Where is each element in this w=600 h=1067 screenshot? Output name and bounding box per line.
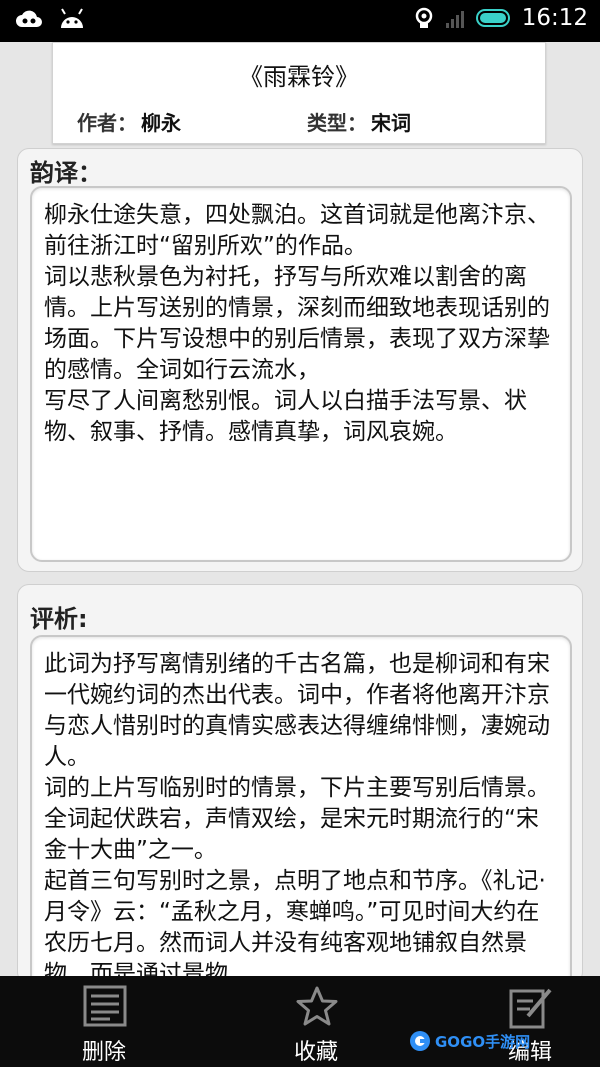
edit-button[interactable]: 编辑 xyxy=(460,976,600,1067)
status-time: 16:12 xyxy=(521,5,588,31)
type-label: 类型： xyxy=(307,111,367,135)
author-label: 作者： xyxy=(77,111,137,135)
delete-button[interactable]: 删除 xyxy=(34,976,174,1067)
analysis-heading: 评析: xyxy=(30,605,88,633)
analysis-text-box[interactable]: 此词为抒写离情别绪的千古名篇，也是柳词和有宋一代婉约词的杰出代表。词中，作者将他… xyxy=(30,635,572,995)
cloud-icon xyxy=(16,10,42,27)
favorite-label: 收藏 xyxy=(293,1040,338,1065)
favorite-button[interactable]: 收藏 xyxy=(246,976,386,1067)
battery-icon xyxy=(475,9,510,27)
author-value: 柳永 xyxy=(141,111,181,135)
translation-heading: 韵译： xyxy=(30,159,102,187)
edit-icon xyxy=(509,988,552,1029)
star-icon xyxy=(296,986,338,1026)
type-value: 宋词 xyxy=(371,111,411,135)
signal-icon xyxy=(445,8,464,28)
author-field: 作者： 柳永 xyxy=(77,107,181,136)
delete-list-icon xyxy=(83,985,127,1027)
translation-section: 韵译： 柳永仕途失意，四处飘泊。这首词就是他离汴京、前往浙江时“留别所欢”的作品… xyxy=(17,148,583,572)
translation-text: 柳永仕途失意，四处飘泊。这首词就是他离汴京、前往浙江时“留别所欢”的作品。 词以… xyxy=(44,202,550,445)
type-field: 类型： 宋词 xyxy=(307,107,411,136)
poem-header-card: 《雨霖铃》 作者： 柳永 类型： 宋词 xyxy=(52,42,546,144)
bottom-action-bar: 删除 收藏 编辑 xyxy=(0,976,600,1067)
poem-title: 《雨霖铃》 xyxy=(239,63,359,91)
analysis-section: 评析: 此词为抒写离情别绪的千古名篇，也是柳词和有宋一代婉约词的杰出代表。词中，… xyxy=(17,584,583,995)
watermark: GOGO手游网 xyxy=(408,1030,530,1052)
watermark-text: GOGO手游网 xyxy=(435,1032,531,1051)
android-icon xyxy=(61,8,83,28)
watermark-logo-icon xyxy=(410,1031,430,1051)
delete-label: 删除 xyxy=(81,1040,126,1065)
sync-icon xyxy=(415,7,432,28)
translation-text-box[interactable]: 柳永仕途失意，四处飘泊。这首词就是他离汴京、前往浙江时“留别所欢”的作品。 词以… xyxy=(30,186,572,562)
status-bar: 16:12 xyxy=(0,0,600,42)
analysis-text: 此词为抒写离情别绪的千古名篇，也是柳词和有宋一代婉约词的杰出代表。词中，作者将他… xyxy=(44,651,550,987)
